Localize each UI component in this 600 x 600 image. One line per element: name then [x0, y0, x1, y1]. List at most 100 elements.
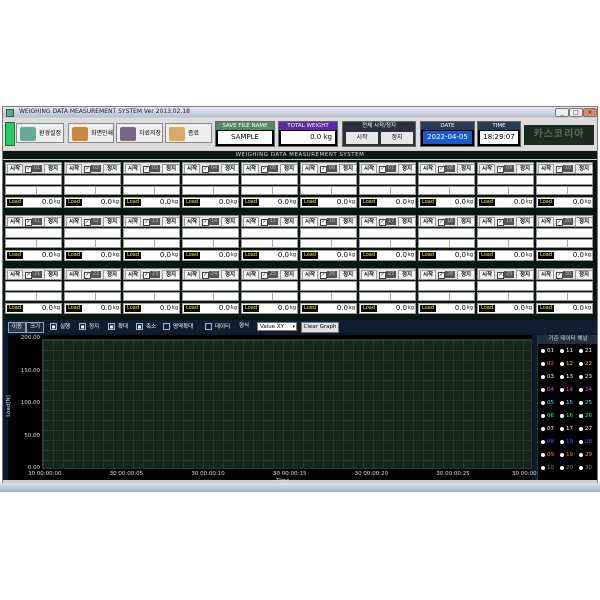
legend-item[interactable]: 29: [579, 451, 597, 460]
channel-start-button[interactable]: 시작: [538, 164, 554, 174]
legend-item[interactable]: 07: [541, 425, 561, 434]
channel-start-button[interactable]: 시작: [420, 164, 436, 174]
legend-item[interactable]: 02: [541, 360, 561, 369]
channel-start-button[interactable]: 시작: [243, 217, 259, 227]
channel-start-button[interactable]: 시작: [7, 217, 23, 227]
channel-checkbox[interactable]: ✓: [202, 272, 209, 279]
channel-checkbox[interactable]: ✓: [261, 166, 268, 173]
channel-checkbox[interactable]: ✓: [556, 219, 563, 226]
channel-checkbox[interactable]: ✓: [497, 272, 504, 279]
legend-item[interactable]: 22: [579, 360, 597, 369]
channel-checkbox[interactable]: ✓: [202, 166, 209, 173]
channel-stop-button[interactable]: 정지: [280, 270, 298, 280]
channel-start-button[interactable]: 시작: [125, 164, 141, 174]
channel-checkbox[interactable]: ✓: [84, 272, 91, 279]
all-stop-button[interactable]: 정지: [381, 132, 413, 144]
channel-start-button[interactable]: 시작: [125, 217, 141, 227]
channel-stop-button[interactable]: 정지: [398, 217, 416, 227]
channel-stop-button[interactable]: 정지: [103, 164, 121, 174]
all-start-button[interactable]: 시작: [346, 132, 378, 144]
channel-stop-button[interactable]: 정지: [516, 270, 534, 280]
exit-button[interactable]: 종료: [165, 123, 212, 143]
legend-item[interactable]: 20: [560, 464, 580, 473]
minimize-button[interactable]: _: [555, 108, 569, 117]
channel-start-button[interactable]: 시작: [302, 270, 318, 280]
legend-item[interactable]: 15: [560, 399, 580, 408]
channel-start-button[interactable]: 시작: [538, 217, 554, 227]
legend-item[interactable]: 13: [560, 373, 580, 382]
channel-start-button[interactable]: 시작: [361, 270, 377, 280]
channel-checkbox[interactable]: ✓: [261, 272, 268, 279]
settings-button[interactable]: 환경설정: [16, 123, 64, 143]
channel-checkbox[interactable]: ✓: [261, 219, 268, 226]
legend-item[interactable]: 08: [541, 438, 561, 447]
channel-name-field[interactable]: [5, 281, 62, 291]
channel-name-field[interactable]: [359, 281, 416, 291]
channel-name-field[interactable]: [182, 175, 239, 185]
channel-start-button[interactable]: 시작: [538, 270, 554, 280]
channel-checkbox[interactable]: ✓: [438, 166, 445, 173]
channel-name-field[interactable]: [241, 175, 298, 185]
legend-item[interactable]: 30: [579, 464, 597, 473]
maximize-button[interactable]: □: [569, 108, 583, 117]
channel-stop-button[interactable]: 정지: [221, 217, 239, 227]
legend-item[interactable]: 21: [579, 347, 597, 356]
channel-start-button[interactable]: 시작: [479, 270, 495, 280]
channel-start-button[interactable]: 시작: [361, 164, 377, 174]
channel-checkbox[interactable]: ✓: [143, 166, 150, 173]
legend-item[interactable]: 05: [541, 399, 561, 408]
channel-stop-button[interactable]: 정지: [575, 217, 593, 227]
channel-name-field[interactable]: [64, 175, 121, 185]
channel-stop-button[interactable]: 정지: [162, 270, 180, 280]
print-screen-button[interactable]: 화면인쇄: [68, 123, 114, 143]
channel-start-button[interactable]: 시작: [7, 270, 23, 280]
tab-size[interactable]: 크기: [26, 322, 44, 333]
channel-stop-button[interactable]: 정지: [280, 217, 298, 227]
channel-stop-button[interactable]: 정지: [398, 164, 416, 174]
channel-start-button[interactable]: 시작: [184, 164, 200, 174]
stop-checkbox[interactable]: ■ 정지: [79, 323, 99, 331]
area-zoom-checkbox[interactable]: 영역확대: [163, 323, 193, 331]
channel-checkbox[interactable]: ✓: [438, 219, 445, 226]
channel-stop-button[interactable]: 정지: [221, 270, 239, 280]
legend-item[interactable]: 04: [541, 386, 561, 395]
channel-stop-button[interactable]: 정지: [162, 217, 180, 227]
channel-name-field[interactable]: [300, 281, 357, 291]
channel-name-field[interactable]: [536, 175, 593, 185]
channel-stop-button[interactable]: 정지: [457, 270, 475, 280]
channel-checkbox[interactable]: ✓: [202, 219, 209, 226]
channel-name-field[interactable]: [241, 228, 298, 238]
title-bar[interactable]: WEIGHING DATA MEASUREMENT SYSTEM Ver 201…: [3, 107, 597, 117]
plot-area[interactable]: [42, 339, 532, 469]
channel-checkbox[interactable]: ✓: [379, 272, 386, 279]
channel-checkbox[interactable]: ✓: [438, 272, 445, 279]
channel-checkbox[interactable]: ✓: [320, 166, 327, 173]
channel-name-field[interactable]: [64, 228, 121, 238]
channel-name-field[interactable]: [5, 175, 62, 185]
run-checkbox[interactable]: ■ 실행: [50, 323, 70, 331]
channel-name-field[interactable]: [536, 281, 593, 291]
legend-item[interactable]: 27: [579, 425, 597, 434]
channel-start-button[interactable]: 시작: [66, 217, 82, 227]
save-file-name[interactable]: SAMPLE: [218, 131, 272, 144]
channel-name-field[interactable]: [359, 228, 416, 238]
channel-start-button[interactable]: 시작: [66, 164, 82, 174]
channel-start-button[interactable]: 시작: [420, 270, 436, 280]
legend-item[interactable]: 23: [579, 373, 597, 382]
legend-item[interactable]: 03: [541, 373, 561, 382]
channel-stop-button[interactable]: 정지: [44, 164, 62, 174]
legend-item[interactable]: 19: [560, 451, 580, 460]
channel-stop-button[interactable]: 정지: [457, 217, 475, 227]
legend-item[interactable]: 26: [579, 412, 597, 421]
channel-name-field[interactable]: [359, 175, 416, 185]
channel-stop-button[interactable]: 정지: [575, 164, 593, 174]
channel-name-field[interactable]: [5, 228, 62, 238]
clear-graph-button[interactable]: Clear Graph: [301, 322, 339, 333]
channel-checkbox[interactable]: ✓: [143, 272, 150, 279]
channel-stop-button[interactable]: 정지: [516, 217, 534, 227]
channel-checkbox[interactable]: ✓: [379, 219, 386, 226]
legend-item[interactable]: 09: [541, 451, 561, 460]
channel-checkbox[interactable]: ✓: [25, 166, 32, 173]
channel-name-field[interactable]: [418, 281, 475, 291]
channel-stop-button[interactable]: 정지: [103, 217, 121, 227]
